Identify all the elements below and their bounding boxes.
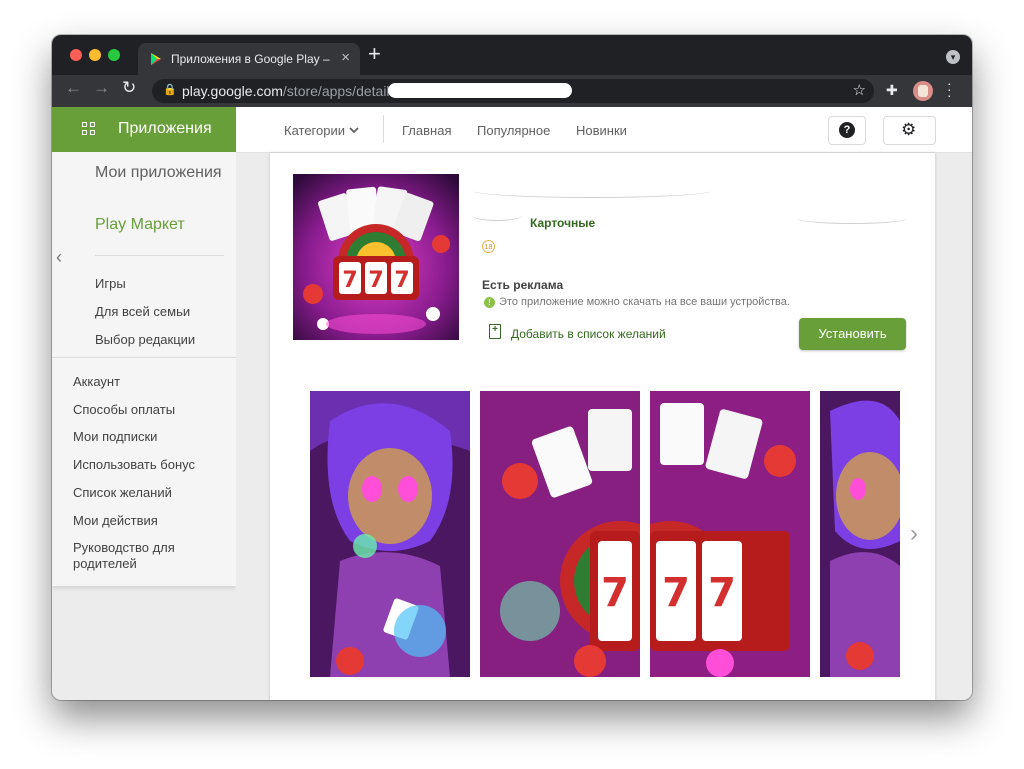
browser-tab[interactable]: Приложения в Google Play – \ × [138,43,360,75]
sidebar-item-activity[interactable]: Мои действия [73,513,233,529]
nav-new[interactable]: Новинки [576,123,627,138]
lock-icon: 🔒 [163,84,177,96]
app-icon-image: 7 7 7 [293,174,459,340]
sidebar-item-parent-guide[interactable]: Руководство для родителей [73,540,233,572]
apps-grid-icon [82,122,96,136]
age-rating-badge: 18 [482,240,495,253]
sidebar-item-my-apps[interactable]: Мои приложения [95,163,225,182]
chevron-down-icon [348,127,359,134]
play-header: Приложения Категории Главная Популярное … [52,107,972,153]
tab-title: Приложения в Google Play – \ [171,52,331,66]
sidebar-item-family[interactable]: Для всей семьи [95,304,190,319]
svg-text:7: 7 [662,570,690,616]
screenshot-1[interactable] [310,391,470,677]
sidebar-item-payment-methods[interactable]: Способы оплаты [73,402,233,418]
profile-avatar[interactable] [913,81,933,101]
redacted-rating [797,213,907,224]
sidebar-item-play-market[interactable]: Play Маркет [95,216,185,234]
back-button[interactable]: ← [65,78,82,98]
svg-text:7: 7 [368,268,383,293]
minimize-window-button[interactable] [89,49,101,61]
close-window-button[interactable] [70,49,82,61]
screenshot-4[interactable] [820,391,900,677]
help-button[interactable]: ? [828,116,866,145]
sidebar-item-account[interactable]: Аккаунт [73,374,233,390]
help-icon: ? [839,122,855,138]
bookmark-star-icon[interactable]: ☆ [853,81,866,99]
tab-strip: Приложения в Google Play – \ × + ▾ [52,35,972,75]
header-divider [383,115,384,143]
wishlist-icon[interactable]: + [489,324,501,339]
sidebar-item-games[interactable]: Игры [95,276,126,291]
sidebar-item-redeem[interactable]: Использовать бонус [73,457,233,473]
forward-button[interactable]: → [93,78,110,98]
url-host: play.google.com [182,83,283,99]
sidebar-divider [95,255,224,256]
sidebar-item-editors-choice[interactable]: Выбор редакции [95,332,195,347]
devices-note: Это приложение можно скачать на все ваши… [499,296,790,308]
add-to-wishlist-button[interactable]: Добавить в список желаний [511,327,666,341]
browser-window: Приложения в Google Play – \ × + ▾ ← → ↻… [52,35,972,700]
svg-text:7: 7 [708,570,736,616]
tab-search-icon[interactable]: ▾ [946,50,960,64]
tab-close-icon[interactable]: × [341,49,350,66]
nav-popular[interactable]: Популярное [477,123,550,138]
categories-dropdown[interactable]: Категории [284,123,359,138]
screenshot-2[interactable]: 7 [480,391,640,677]
reload-button[interactable]: ↻ [122,78,136,98]
screenshot-3[interactable]: 7 7 [650,391,810,677]
address-bar[interactable]: 🔒 play.google.com/store/apps/detail ☆ [152,79,874,103]
gear-icon: ⚙ [901,120,917,139]
url-text: play.google.com/store/apps/detail [182,83,390,99]
sidebar-item-wishlist[interactable]: Список желаний [73,485,233,501]
redacted-developer [472,210,522,221]
svg-text:7: 7 [394,268,409,293]
svg-text:7: 7 [342,268,357,293]
collapse-sidebar-icon[interactable]: ‹ [56,247,62,268]
redacted-title [472,183,712,198]
category-link[interactable]: Карточные [530,216,595,230]
install-button[interactable]: Установить [799,318,906,350]
sidebar-item-subscriptions[interactable]: Мои подписки [73,429,233,445]
google-play-icon [151,53,161,65]
redaction-mark [388,83,572,98]
next-screenshot-icon[interactable]: › [910,520,918,548]
nav-home[interactable]: Главная [402,123,451,138]
browser-menu-icon[interactable]: · · · [947,76,952,102]
apps-title: Приложения [118,120,212,137]
contains-ads-label: Есть реклама [482,278,564,292]
info-icon: ! [484,297,495,308]
extensions-icon[interactable]: ✚ [886,82,898,99]
svg-text:7: 7 [601,570,629,616]
apps-section-button[interactable]: Приложения [52,107,236,152]
new-tab-button[interactable]: + [368,41,381,67]
categories-label: Категории [284,123,345,138]
settings-button[interactable]: ⚙ [883,116,936,145]
zoom-window-button[interactable] [108,49,120,61]
browser-toolbar: ← → ↻ 🔒 play.google.com/store/apps/detai… [52,75,972,107]
url-path: /store/apps/detail [282,83,390,99]
